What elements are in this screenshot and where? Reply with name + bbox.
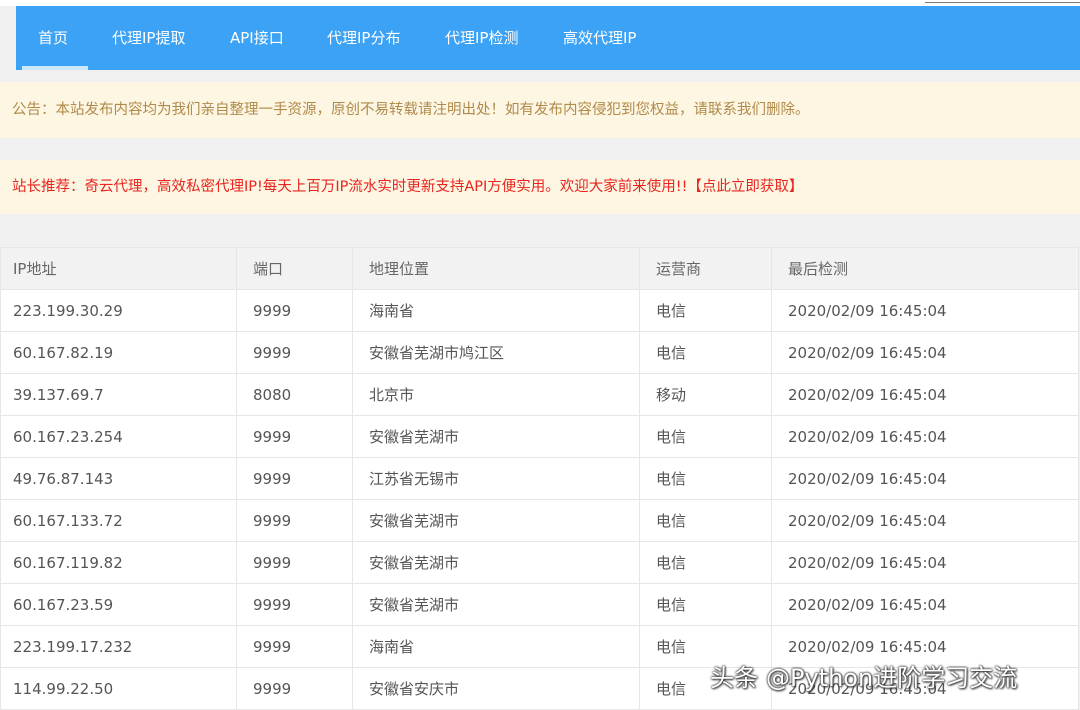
cell-port: 9999 <box>236 457 353 500</box>
cell-last-check: 2020/02/09 16:45:04 <box>771 373 1079 416</box>
recommendation-text: 站长推荐：奇云代理，高效私密代理IP!每天上百万IP流水实时更新支持API方便实… <box>12 179 688 195</box>
nav-item-api[interactable]: API接口 <box>230 6 284 70</box>
cell-port: 9999 <box>236 331 353 374</box>
cell-location: 安徽省芜湖市鸠江区 <box>352 331 640 374</box>
recommendation-link[interactable]: 【点此立即获取】 <box>687 179 803 195</box>
nav-item-efficient-proxy[interactable]: 高效代理IP <box>563 6 636 70</box>
column-header-port: 端口 <box>236 247 353 290</box>
cell-carrier: 电信 <box>639 457 772 500</box>
column-header-carrier: 运营商 <box>639 247 772 290</box>
announcement-banner: 公告：本站发布内容均为我们亲自整理一手资源，原创不易转载请注明出处！如有发布内容… <box>0 82 1080 138</box>
cell-location: 江苏省无锡市 <box>352 457 640 500</box>
table-row: 60.167.133.72 9999 安徽省芜湖市 电信 2020/02/09 … <box>0 499 1079 542</box>
cell-port: 9999 <box>236 625 353 668</box>
top-strip-divider <box>925 2 1080 3</box>
nav-item-proxy-distribution[interactable]: 代理IP分布 <box>327 6 400 70</box>
cell-port: 9999 <box>236 289 353 332</box>
cell-ip: 60.167.133.72 <box>0 499 237 542</box>
cell-location: 海南省 <box>352 625 640 668</box>
cell-port: 9999 <box>236 667 353 710</box>
table-row: 60.167.119.82 9999 安徽省芜湖市 电信 2020/02/09 … <box>0 541 1079 584</box>
cell-location: 安徽省芜湖市 <box>352 541 640 584</box>
cell-location: 安徽省芜湖市 <box>352 415 640 458</box>
source-watermark: 头条 @Python进阶学习交流 <box>710 660 1070 696</box>
cell-carrier: 电信 <box>639 289 772 332</box>
cell-carrier: 电信 <box>639 415 772 458</box>
cell-location: 海南省 <box>352 289 640 332</box>
cell-ip: 60.167.23.254 <box>0 415 237 458</box>
cell-port: 9999 <box>236 415 353 458</box>
cell-carrier: 移动 <box>639 373 772 416</box>
cell-last-check: 2020/02/09 16:45:04 <box>771 583 1079 626</box>
cell-location: 安徽省芜湖市 <box>352 583 640 626</box>
recommendation-banner: 站长推荐：奇云代理，高效私密代理IP!每天上百万IP流水实时更新支持API方便实… <box>0 160 1080 214</box>
table-header-row: IP地址 端口 地理位置 运营商 最后检测 <box>0 247 1079 290</box>
watermark-handle: @Python进阶学习交流 <box>766 664 1018 692</box>
cell-ip: 60.167.82.19 <box>0 331 237 374</box>
nav-item-proxy-extract[interactable]: 代理IP提取 <box>112 6 185 70</box>
nav-item-home[interactable]: 首页 <box>21 6 89 70</box>
nav-item-proxy-check[interactable]: 代理IP检测 <box>445 6 518 70</box>
column-header-ip: IP地址 <box>0 247 237 290</box>
cell-ip: 223.199.30.29 <box>0 289 237 332</box>
cell-port: 9999 <box>236 583 353 626</box>
cell-location: 安徽省芜湖市 <box>352 499 640 542</box>
column-header-last-check: 最后检测 <box>771 247 1079 290</box>
cell-ip: 39.137.69.7 <box>0 373 237 416</box>
table-row: 60.167.82.19 9999 安徽省芜湖市鸠江区 电信 2020/02/0… <box>0 331 1079 374</box>
cell-last-check: 2020/02/09 16:45:04 <box>771 415 1079 458</box>
top-navbar: 首页 代理IP提取 API接口 代理IP分布 代理IP检测 高效代理IP <box>16 6 1080 70</box>
cell-port: 9999 <box>236 541 353 584</box>
table-row: 60.167.23.59 9999 安徽省芜湖市 电信 2020/02/09 1… <box>0 583 1079 626</box>
cell-carrier: 电信 <box>639 499 772 542</box>
cell-ip: 60.167.23.59 <box>0 583 237 626</box>
table-row: 223.199.30.29 9999 海南省 电信 2020/02/09 16:… <box>0 289 1079 332</box>
cell-last-check: 2020/02/09 16:45:04 <box>771 541 1079 584</box>
cell-carrier: 电信 <box>639 331 772 374</box>
cell-carrier: 电信 <box>639 541 772 584</box>
cell-ip: 60.167.119.82 <box>0 541 237 584</box>
table-row: 60.167.23.254 9999 安徽省芜湖市 电信 2020/02/09 … <box>0 415 1079 458</box>
cell-ip: 114.99.22.50 <box>0 667 237 710</box>
cell-location: 安徽省安庆市 <box>352 667 640 710</box>
cell-last-check: 2020/02/09 16:45:04 <box>771 331 1079 374</box>
cell-last-check: 2020/02/09 16:45:04 <box>771 289 1079 332</box>
cell-last-check: 2020/02/09 16:45:04 <box>771 457 1079 500</box>
cell-port: 9999 <box>236 499 353 542</box>
table-row: 39.137.69.7 8080 北京市 移动 2020/02/09 16:45… <box>0 373 1079 416</box>
proxy-ip-table: IP地址 端口 地理位置 运营商 最后检测 223.199.30.29 9999… <box>0 247 1079 710</box>
cell-ip: 49.76.87.143 <box>0 457 237 500</box>
cell-last-check: 2020/02/09 16:45:04 <box>771 499 1079 542</box>
announcement-text: 公告：本站发布内容均为我们亲自整理一手资源，原创不易转载请注明出处！如有发布内容… <box>12 102 810 118</box>
cell-port: 8080 <box>236 373 353 416</box>
cell-location: 北京市 <box>352 373 640 416</box>
column-header-location: 地理位置 <box>352 247 640 290</box>
cell-ip: 223.199.17.232 <box>0 625 237 668</box>
cell-carrier: 电信 <box>639 583 772 626</box>
watermark-prefix: 头条 <box>710 664 758 692</box>
table-row: 49.76.87.143 9999 江苏省无锡市 电信 2020/02/09 1… <box>0 457 1079 500</box>
